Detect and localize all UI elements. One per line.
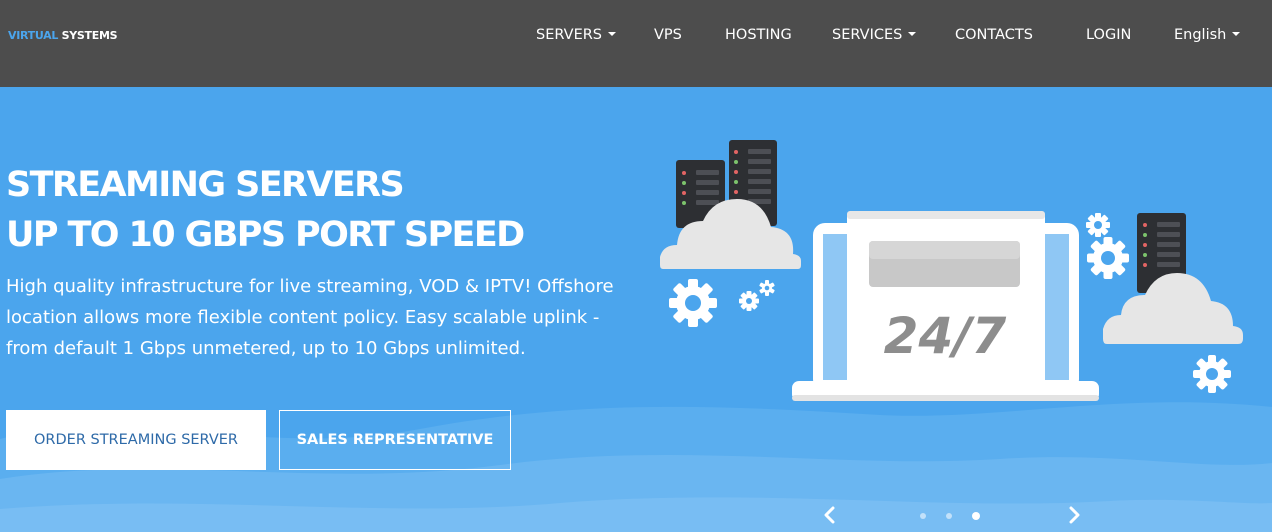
- nav-services-label: SERVICES: [832, 27, 903, 43]
- nav-servers[interactable]: SERVERS: [536, 27, 617, 43]
- nav-contacts-label: CONTACTS: [955, 27, 1033, 43]
- chevron-left-icon[interactable]: [820, 503, 840, 527]
- gear-icon: [759, 280, 775, 296]
- laptop-icon: 24/7: [792, 211, 1099, 401]
- nav-login-label: LOGIN: [1086, 27, 1132, 43]
- language-selector[interactable]: English: [1174, 27, 1241, 43]
- nav-hosting[interactable]: HOSTING: [725, 27, 792, 43]
- nav-hosting-label: HOSTING: [725, 27, 792, 43]
- nav-vps[interactable]: VPS: [654, 27, 682, 43]
- gear-icon: [669, 279, 717, 327]
- order-streaming-server-button[interactable]: ORDER STREAMING SERVER: [6, 410, 266, 470]
- hero-headline-line1: STREAMING SERVERS: [6, 165, 405, 205]
- hero-slider: STREAMING SERVERS UP TO 10 GBPS PORT SPE…: [0, 87, 1272, 532]
- gear-icon: [1086, 213, 1110, 237]
- carousel-dot-1[interactable]: [920, 513, 926, 519]
- nav-servers-label: SERVERS: [536, 27, 603, 43]
- sales-representative-button[interactable]: SALES REPRESENTATIVE: [279, 410, 511, 470]
- gear-icon: [1193, 355, 1231, 393]
- carousel-dot-2[interactable]: [946, 513, 952, 519]
- gear-icon: [739, 291, 759, 311]
- gear-icon: [1087, 237, 1129, 279]
- logo-text-systems: SYSTEMS: [61, 29, 118, 42]
- caret-down-icon: [908, 32, 917, 36]
- caret-down-icon: [1232, 32, 1241, 36]
- datacenter-illustration: 24/7: [660, 140, 1243, 401]
- language-label: English: [1174, 27, 1227, 43]
- hero-description: High quality infrastructure for live str…: [6, 276, 614, 359]
- chevron-right-icon[interactable]: [1064, 503, 1084, 527]
- nav-services[interactable]: SERVICES: [832, 27, 917, 43]
- cloud-icon: [1103, 273, 1243, 344]
- nav-vps-label: VPS: [654, 27, 682, 43]
- site-logo[interactable]: VIRTUAL SYSTEMS: [8, 29, 118, 42]
- nav-login[interactable]: LOGIN: [1086, 27, 1131, 43]
- carousel-dot-3[interactable]: [972, 512, 980, 520]
- top-navbar: VIRTUAL SYSTEMS SERVERS VPS HOSTING SERV…: [0, 0, 1272, 87]
- nav-contacts[interactable]: CONTACTS: [955, 27, 1033, 43]
- hero-headline-line2: UP TO 10 GBPS PORT SPEED: [6, 215, 525, 255]
- logo-text-virtual: VIRTUAL: [8, 29, 59, 42]
- caret-down-icon: [608, 32, 617, 36]
- illustration-24-7-text: 24/7: [884, 307, 1007, 365]
